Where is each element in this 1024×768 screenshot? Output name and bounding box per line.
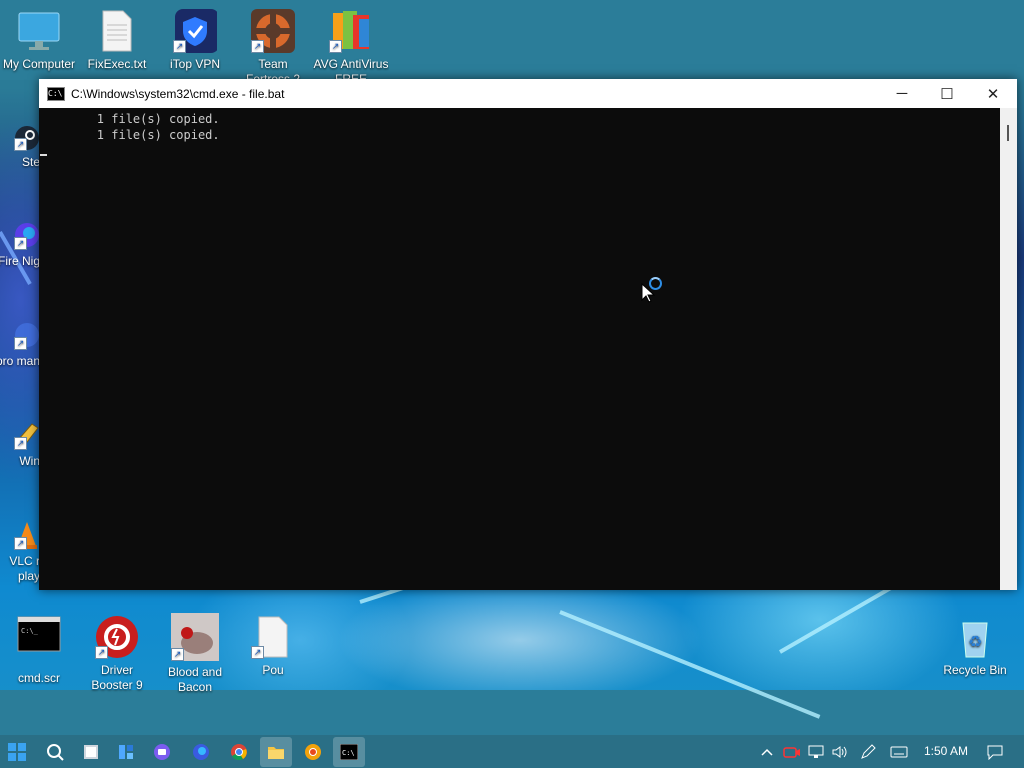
chat-icon[interactable] bbox=[147, 737, 177, 767]
taskbar: C:\ 1:50 AM bbox=[0, 735, 1024, 768]
app-icon: ↗ bbox=[14, 320, 40, 350]
shortcut-arrow-icon: ↗ bbox=[14, 337, 27, 350]
chrome-icon[interactable] bbox=[224, 737, 254, 767]
svg-text:C:\_: C:\_ bbox=[21, 627, 39, 635]
notification-icon[interactable] bbox=[984, 735, 1006, 768]
wallpaper-band-bottom bbox=[0, 690, 1024, 735]
desktop-icon-label: iTop VPN bbox=[169, 57, 221, 71]
desktop-icon-label: Win bbox=[19, 454, 40, 468]
desktop-icon-my-computer[interactable]: My Computer bbox=[1, 9, 77, 72]
windows-start-icon[interactable] bbox=[2, 737, 32, 767]
desktop-icon-win[interactable]: ↗ Win bbox=[0, 420, 40, 469]
desktop-icon-itop-vpn[interactable]: ↗ iTop VPN bbox=[157, 9, 233, 72]
desktop-icon-label: pro man bbox=[0, 354, 40, 368]
text-cursor bbox=[40, 154, 47, 156]
cmd-titlebar[interactable]: C:\ C:\Windows\system32\cmd.exe - file.b… bbox=[39, 79, 1017, 108]
widgets-icon[interactable] bbox=[111, 737, 141, 767]
blood-and-bacon-icon: ↗ bbox=[171, 613, 219, 661]
shortcut-arrow-icon: ↗ bbox=[14, 237, 27, 250]
text-file-icon bbox=[95, 9, 139, 53]
mouse-pointer-icon bbox=[641, 283, 655, 303]
desktop-icon-label: cmd.scr bbox=[18, 671, 60, 685]
firefox-nightly-icon: ↗ bbox=[14, 220, 40, 250]
shortcut-arrow-icon: ↗ bbox=[251, 646, 264, 659]
cmd-icon: C:\_ bbox=[17, 615, 61, 653]
shortcut-arrow-icon: ↗ bbox=[251, 40, 264, 53]
chevron-up-icon[interactable] bbox=[758, 735, 776, 768]
shortcut-arrow-icon: ↗ bbox=[14, 537, 27, 550]
steam-icon: ↗ bbox=[14, 125, 40, 151]
desktop-icon-firefox-nightly[interactable]: ↗ Fire Nig bbox=[0, 220, 40, 269]
minimize-button[interactable]: ─ bbox=[879, 79, 925, 108]
vlc-cone-icon: ↗ bbox=[14, 520, 40, 550]
search-icon[interactable] bbox=[40, 737, 70, 767]
keyboard-icon[interactable] bbox=[888, 735, 910, 768]
window-title: C:\Windows\system32\cmd.exe - file.bat bbox=[71, 86, 285, 101]
recycle-bin-icon: ♻ bbox=[953, 615, 997, 659]
desktop-icon-steam[interactable]: ↗ Ste bbox=[0, 125, 40, 170]
file-explorer-icon[interactable] bbox=[76, 737, 106, 767]
desktop-icon-fixexec[interactable]: FixExec.txt bbox=[79, 9, 155, 72]
desktop-icon-label: Team Fortress 2 bbox=[245, 57, 300, 81]
desktop-icon-vlc[interactable]: ↗ VLC r play bbox=[0, 520, 40, 584]
desktop-icon-label: Recycle Bin bbox=[943, 663, 1007, 677]
shortcut-arrow-icon: ↗ bbox=[329, 40, 342, 53]
winrar-icon: ↗ bbox=[14, 420, 40, 450]
tf2-logo-icon: ↗ bbox=[251, 9, 295, 53]
desktop-icon-recycle-bin[interactable]: ♻ Recycle Bin bbox=[937, 615, 1013, 678]
console-line: 1 file(s) copied. bbox=[39, 112, 220, 126]
desktop-icon-avg-antivirus[interactable]: ↗ AVG AntiVirus FREE bbox=[313, 9, 389, 81]
maximize-button[interactable]: ☐ bbox=[924, 79, 970, 108]
vpn-shield-icon: ↗ bbox=[173, 9, 219, 53]
desktop-icon-driver-booster[interactable]: ↗ Driver Booster 9 bbox=[79, 615, 155, 693]
svg-text:C:\: C:\ bbox=[342, 749, 355, 757]
folder-icon[interactable] bbox=[260, 737, 292, 767]
desktop-icon-label: My Computer bbox=[2, 57, 76, 71]
cmd-icon: C:\ bbox=[47, 86, 65, 101]
network-icon[interactable] bbox=[806, 735, 826, 768]
desktop-icon-label: Ste bbox=[21, 155, 40, 169]
shortcut-arrow-icon: ↗ bbox=[171, 648, 184, 661]
desktop-icon-blood-and-bacon[interactable]: ↗ Blood and Bacon bbox=[157, 613, 233, 695]
desktop-icon-label: Pou bbox=[262, 663, 284, 677]
desktop-icon-label: AVG AntiVirus FREE bbox=[313, 57, 389, 81]
volume-icon[interactable] bbox=[830, 735, 850, 768]
pen-icon[interactable] bbox=[858, 735, 878, 768]
driver-booster-icon: ↗ bbox=[95, 615, 139, 659]
desktop-icon-label: Fire Nig bbox=[0, 254, 40, 268]
avg-logo-icon: ↗ bbox=[329, 9, 373, 53]
cmd-window[interactable]: C:\ C:\Windows\system32\cmd.exe - file.b… bbox=[39, 79, 1017, 590]
desktop-icon-pou[interactable]: ↗ Pou bbox=[235, 615, 311, 678]
close-button[interactable]: ✕ bbox=[970, 79, 1016, 108]
desktop-icon-label: VLC r play bbox=[9, 554, 40, 583]
svg-text:♻: ♻ bbox=[968, 632, 982, 651]
desktop-icon-pro-man[interactable]: ↗ pro man bbox=[0, 320, 40, 369]
console-line: 1 file(s) copied. bbox=[39, 128, 220, 142]
taskbar-clock[interactable]: 1:50 AM bbox=[916, 735, 976, 768]
shortcut-arrow-icon: ↗ bbox=[95, 646, 108, 659]
monitor-icon bbox=[17, 9, 61, 53]
shortcut-arrow-icon: ↗ bbox=[14, 437, 27, 450]
chrome-canary-icon[interactable] bbox=[298, 737, 328, 767]
shortcut-arrow-icon: ↗ bbox=[173, 40, 186, 53]
desktop-icon-label: Blood and Bacon bbox=[167, 665, 223, 694]
file-icon: ↗ bbox=[251, 615, 295, 659]
scrollbar-thumb[interactable] bbox=[1007, 125, 1009, 141]
desktop-icon-team-fortress-2[interactable]: ↗ Team Fortress 2 bbox=[235, 9, 311, 81]
desktop-icon-label: Driver Booster 9 bbox=[91, 663, 143, 692]
desktop-icon-label: FixExec.txt bbox=[87, 57, 147, 71]
shortcut-arrow-icon: ↗ bbox=[14, 138, 27, 151]
cmd-icon[interactable]: C:\ bbox=[333, 737, 365, 767]
console-output[interactable]: 1 file(s) copied. 1 file(s) copied. bbox=[39, 108, 1000, 590]
vertical-scrollbar[interactable] bbox=[1000, 108, 1017, 590]
desktop-icon-cmd-scr[interactable]: C:\_ cmd.scr bbox=[1, 615, 77, 686]
camera-icon[interactable] bbox=[782, 735, 802, 768]
firefox-nightly-icon[interactable] bbox=[186, 737, 216, 767]
